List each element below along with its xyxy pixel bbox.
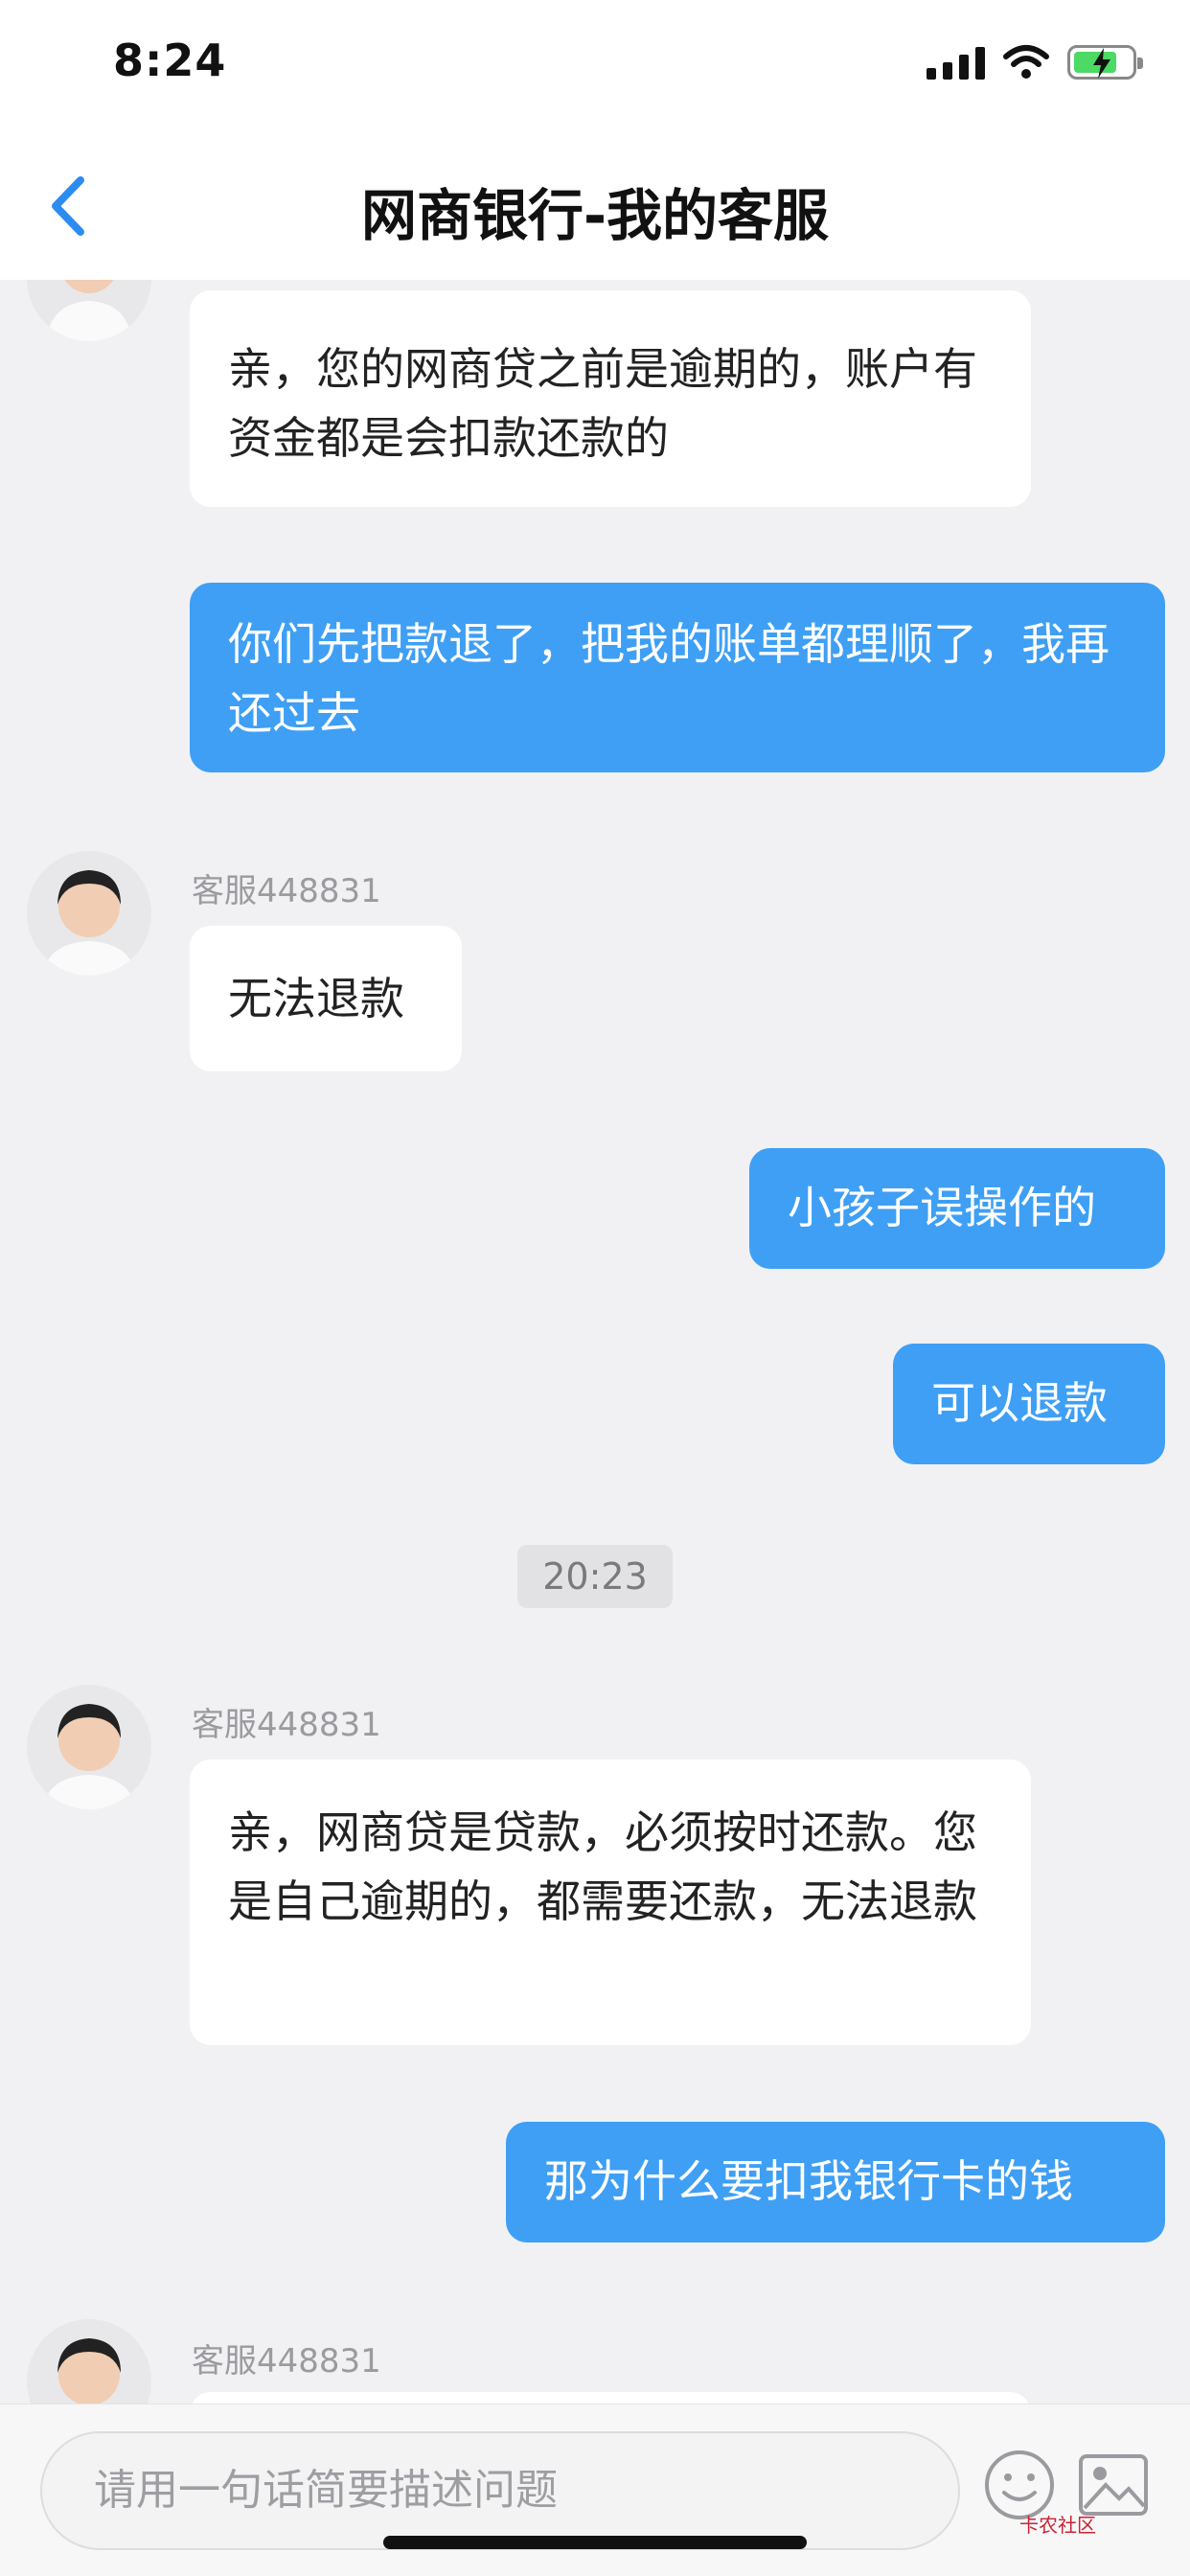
battery-icon xyxy=(1067,45,1143,80)
message-input[interactable]: 请用一句话简要描述问题 xyxy=(40,2431,960,2550)
message-bubble-incoming: 无法退款 xyxy=(190,926,462,1071)
message-text: 小孩子误操作的 xyxy=(788,1182,1096,1233)
message-bubble-incoming: 亲，您的网商贷之前是逾期的，账户有资金都是会扣款还款的 xyxy=(190,290,1031,507)
message-bubble-outgoing: 你们先把款退了，把我的账单都理顺了，我再还过去 xyxy=(190,583,1165,772)
message-bubble-outgoing: 小孩子误操作的 xyxy=(749,1148,1165,1269)
message-text: 亲，网商贷是贷款，必须按时还款。您是自己逾期的，都需要还款，无法退款 xyxy=(228,1806,977,1927)
page-title: 网商银行-我的客服 xyxy=(360,183,830,248)
home-indicator xyxy=(383,2536,807,2549)
message-text: 你们先把款退了，把我的账单都理顺了，我再还过去 xyxy=(228,618,1110,739)
status-time: 8:24 xyxy=(113,34,227,86)
top-bar: 8:24 网商银行-我的客服 xyxy=(0,0,1190,280)
message-bubble-incoming: 亲，网商贷是贷款，必须按时还款。您是自己逾期的，都需要还款，无法退款 xyxy=(190,1760,1031,2045)
message-text: 可以退款 xyxy=(931,1377,1108,1429)
message-bubble-outgoing: 那为什么要扣我银行卡的钱 xyxy=(506,2122,1165,2242)
message-bubble-outgoing: 可以退款 xyxy=(893,1344,1165,1464)
watermark-text: 卡农社区 xyxy=(1019,2514,1096,2537)
agent-avatar[interactable] xyxy=(27,851,151,976)
status-icons xyxy=(927,40,1143,84)
wifi-icon xyxy=(1003,45,1049,79)
time-divider: 20:23 xyxy=(517,1545,673,1608)
message-text: 无法退款 xyxy=(228,973,404,1024)
signal-icon xyxy=(927,45,985,80)
sender-name: 客服448831 xyxy=(192,872,381,910)
input-bar: 请用一句话简要描述问题 卡农社区 xyxy=(0,2404,1190,2576)
message-text: 亲，您的网商贷之前是逾期的，账户有资金都是会扣款还款的 xyxy=(228,343,977,464)
agent-avatar[interactable] xyxy=(27,1685,151,1809)
message-text: 那为什么要扣我银行卡的钱 xyxy=(544,2155,1073,2207)
sender-name: 客服448831 xyxy=(192,1706,381,1744)
chat-screen: 亲，您的网商贷之前是逾期的，账户有资金都是会扣款还款的 你们先把款退了，把我的账… xyxy=(0,0,1190,2576)
sender-name: 客服448831 xyxy=(192,2342,381,2380)
